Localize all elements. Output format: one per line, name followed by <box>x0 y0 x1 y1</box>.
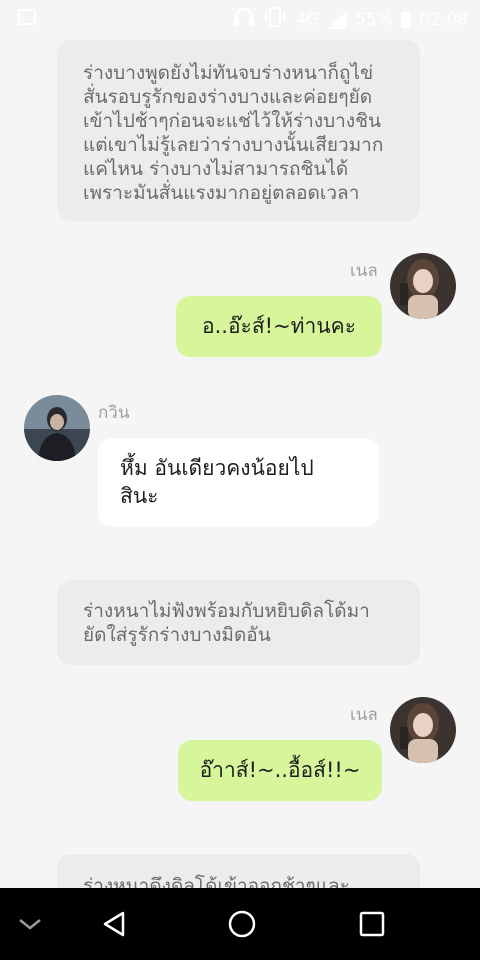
sender-name: เนล <box>350 261 378 281</box>
image-notification-icon <box>18 9 36 25</box>
sender-name: กวิน <box>98 403 130 423</box>
sender-name: เนล <box>350 705 378 725</box>
home-circle-icon[interactable] <box>220 888 264 960</box>
network-type: 4G <box>295 9 320 30</box>
vibrate-icon <box>263 7 287 32</box>
narration-bubble: ร่างบางพูดยังไม่ทันจบร่างหนาก็ถูไข่ สั่น… <box>57 40 420 221</box>
chat-bubble-received: หึ้ม อันเดียวคงน้อยไป สินะ <box>98 438 379 527</box>
headphones-icon <box>233 7 255 32</box>
battery-percent: 55% <box>355 9 393 30</box>
clock: 02:08 <box>419 9 468 30</box>
narration-text: ร่างบางพูดยังไม่ทันจบร่างหนาก็ถูไข่ สั่น… <box>83 62 384 204</box>
signal-icon <box>327 10 348 29</box>
recents-square-icon[interactable] <box>350 888 394 960</box>
chat-bubble-sent: อ๊าาส์!~..อื้อส์!!~ <box>178 740 382 801</box>
back-triangle-icon[interactable] <box>92 888 136 960</box>
navigation-bar <box>0 888 480 960</box>
chevron-down-icon[interactable] <box>10 888 50 960</box>
narration-bubble: ร่างหนาไม่ฟังพร้อมกับหยิบดิลโด้มา ยัดใส่… <box>57 580 420 665</box>
avatar[interactable] <box>390 253 456 319</box>
chat-bubble-sent: อ..อ๊ะส์!~ท่านคะ <box>176 296 382 357</box>
status-bar: 4G 55% 02:08 <box>0 0 480 38</box>
avatar[interactable] <box>24 395 90 461</box>
narration-text: ร่างหนาไม่ฟังพร้อมกับหยิบดิลโด้มา ยัดใส่… <box>83 600 370 646</box>
battery-icon <box>401 11 411 28</box>
avatar[interactable] <box>390 697 456 763</box>
